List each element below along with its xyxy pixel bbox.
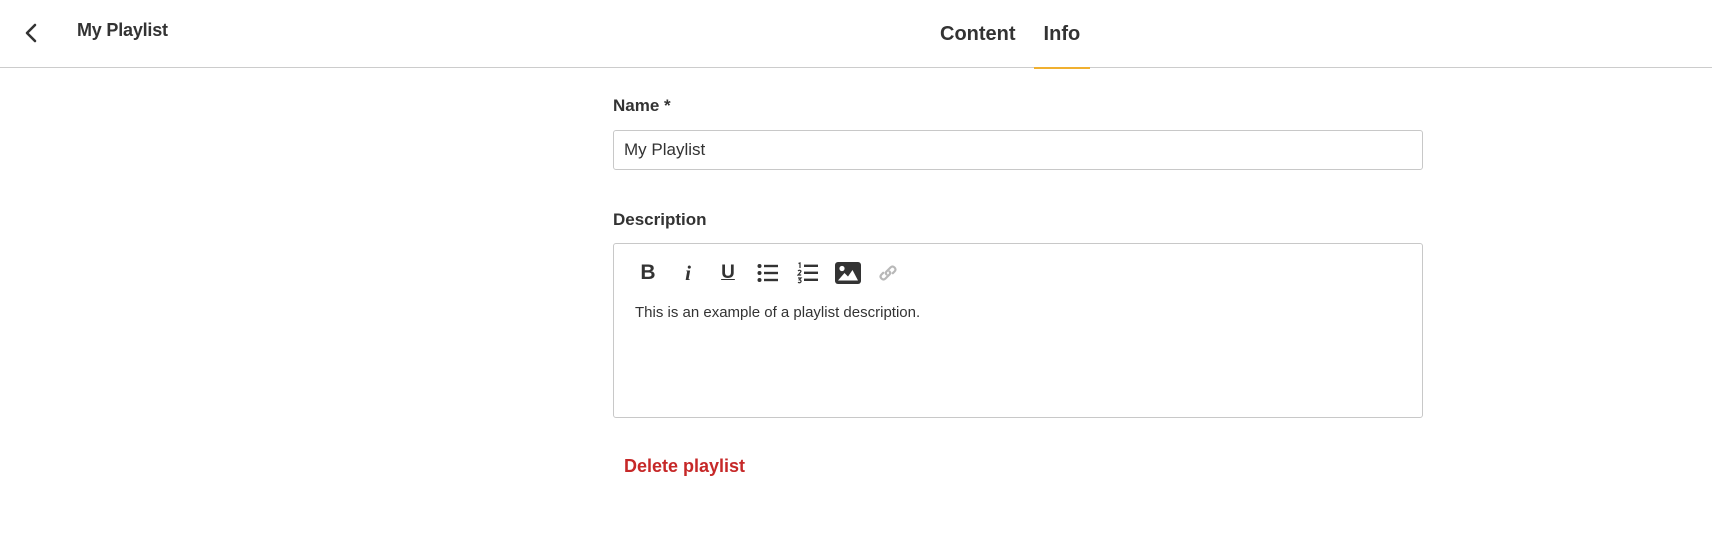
name-input[interactable] — [613, 130, 1423, 170]
chevron-left-icon — [25, 23, 37, 43]
playlist-info-form: Name * Description B i U — [613, 96, 1423, 477]
underline-icon: U — [721, 262, 735, 283]
tab-info-label: Info — [1043, 22, 1081, 45]
description-label: Description — [613, 210, 707, 229]
page-title: My Playlist — [77, 20, 168, 40]
bullet-list-button[interactable] — [754, 259, 782, 287]
bold-icon: B — [640, 261, 656, 284]
name-label: Name * — [613, 96, 671, 115]
description-editor[interactable]: B i U This is an example of a playlist d… — [613, 243, 1423, 418]
link-button[interactable] — [874, 259, 902, 287]
numbered-list-icon — [797, 262, 818, 284]
top-bar: My Playlist Content Info — [0, 0, 1712, 69]
italic-icon: i — [685, 260, 691, 285]
image-icon — [835, 262, 861, 284]
numbered-list-button[interactable] — [794, 259, 822, 287]
tab-content-label: Content — [940, 22, 1016, 45]
bullet-list-icon — [757, 264, 778, 282]
bold-button[interactable]: B — [634, 259, 662, 287]
tab-bar: Content Info — [930, 0, 1098, 69]
description-text[interactable]: This is an example of a playlist descrip… — [614, 288, 1422, 321]
tab-info[interactable]: Info — [1033, 0, 1091, 69]
tab-content[interactable]: Content — [930, 0, 1026, 68]
underline-button[interactable]: U — [714, 259, 742, 287]
italic-button[interactable]: i — [674, 259, 702, 287]
editor-toolbar: B i U — [614, 258, 1422, 288]
image-button[interactable] — [834, 259, 862, 287]
delete-playlist-button[interactable]: Delete playlist — [624, 456, 745, 477]
back-button[interactable] — [16, 18, 46, 48]
link-icon — [879, 265, 897, 281]
